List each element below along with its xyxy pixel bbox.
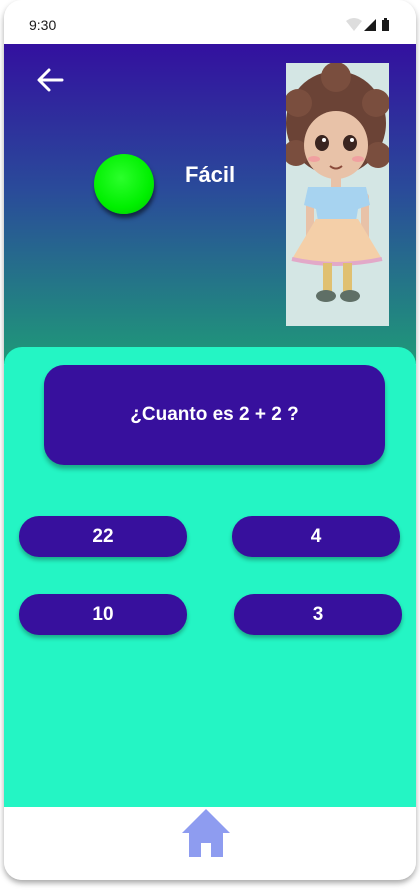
question-text: ¿Cuanto es 2 + 2 ?	[130, 404, 299, 425]
answer-button[interactable]: 10	[19, 594, 187, 635]
answer-button[interactable]: 4	[232, 516, 400, 557]
wifi-icon	[346, 18, 362, 31]
phone-screen: 9:30 Fácil ¿Cuanto es 2 + 2 ? 22 4 10 3	[4, 0, 416, 880]
home-icon	[182, 809, 230, 857]
quiz-panel: ¿Cuanto es 2 + 2 ? 22 4 10 3	[4, 347, 416, 807]
home-button[interactable]	[180, 807, 232, 859]
question-card: ¿Cuanto es 2 + 2 ?	[44, 365, 385, 465]
battery-icon	[382, 20, 389, 31]
back-button[interactable]	[34, 64, 66, 96]
status-time: 9:30	[29, 17, 57, 33]
bottom-nav	[4, 807, 416, 880]
answer-button[interactable]: 22	[19, 516, 187, 557]
arrow-left-icon	[37, 68, 64, 92]
header-area: Fácil	[4, 44, 416, 364]
answer-button[interactable]: 3	[234, 594, 402, 635]
avatar-image	[286, 63, 389, 326]
difficulty-indicator	[94, 154, 154, 214]
difficulty-label: Fácil	[185, 162, 236, 187]
status-icons	[346, 18, 389, 31]
status-bar: 9:30	[4, 0, 416, 44]
signal-icon	[364, 19, 376, 31]
